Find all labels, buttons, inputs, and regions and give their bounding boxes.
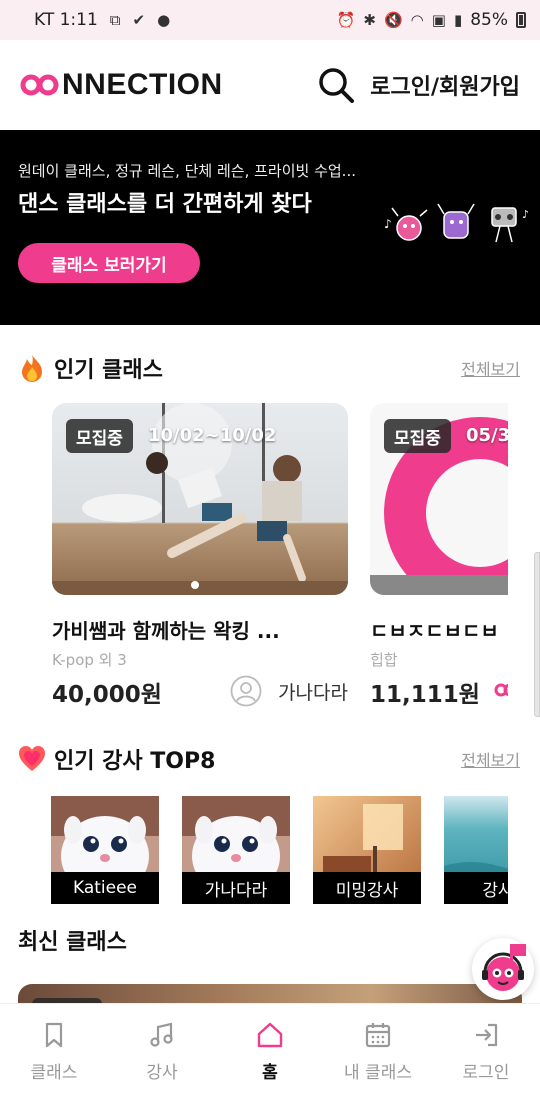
svg-text:♪: ♪	[522, 208, 529, 221]
teacher-tile[interactable]: 강사	[444, 796, 508, 904]
check-icon: ✔	[132, 11, 146, 29]
class-card[interactable]: 모집중 10/02~10/02 가비쌤과 함께하는 왁킹 ... K-pop 외…	[52, 403, 348, 713]
bluetooth-icon: ✱	[363, 11, 376, 29]
class-genre: 힙합	[370, 651, 398, 669]
screenshot-icon: ⧉	[109, 11, 121, 29]
class-price: 40,000원	[52, 682, 162, 708]
section-title: 인기 강사 TOP8	[54, 749, 216, 774]
teacher-name: 강사	[444, 872, 508, 904]
nav-my-classes[interactable]: 내 클래스	[324, 1004, 432, 1098]
class-card[interactable]: 모집중 05/3 ㄷㅂㅈㄷㅂㄷㅂ 힙합 11,111원	[370, 403, 508, 713]
view-all-link[interactable]: 전체보기	[461, 356, 520, 380]
banner-title: 댄스 클래스를 더 간편하게 찾다	[18, 192, 312, 217]
teacher-tile[interactable]: Katieee	[51, 796, 159, 904]
logo-mark-icon	[20, 74, 59, 96]
heart-icon	[19, 746, 45, 771]
teacher-name: 가나다라	[182, 872, 290, 904]
teacher-tile[interactable]: 가나다라	[182, 796, 290, 904]
recruiting-badge: 모집중	[384, 419, 451, 453]
banner-subtitle: 원데이 클래스, 정규 레슨, 단체 레슨, 프라이빗 수업...	[18, 162, 356, 180]
class-teacher: 가나다라	[230, 675, 348, 707]
nav-teachers[interactable]: 강사	[108, 1004, 216, 1098]
section-title: 인기 클래스	[54, 358, 163, 383]
dot-icon: ●	[157, 11, 171, 29]
hd-icon: ▣	[431, 11, 446, 29]
logo[interactable]: NNECTION	[20, 68, 223, 102]
battery-icon	[516, 12, 526, 28]
class-title: ㄷㅂㅈㄷㅂㄷㅂ	[370, 619, 499, 643]
login-signup-link[interactable]: 로그인/회원가입	[370, 69, 520, 101]
bookmark-icon	[45, 1022, 63, 1048]
nav-label: 강사	[146, 1063, 178, 1083]
status-time: KT 1:11	[34, 10, 98, 30]
signal-icon: ▮	[453, 11, 463, 29]
nav-label: 내 클래스	[344, 1063, 412, 1083]
wifi-icon: ◠	[410, 11, 424, 29]
class-dates: 10/02~10/02	[148, 425, 277, 446]
nav-label: 홈	[262, 1063, 278, 1083]
scrollbar-handle[interactable]	[534, 552, 540, 717]
fire-icon	[22, 355, 42, 382]
promo-banner[interactable]: 원데이 클래스, 정규 레슨, 단체 레슨, 프라이빗 수업... 댄스 클래스…	[0, 130, 540, 325]
browse-classes-button[interactable]: 클래스 보러가기	[18, 243, 200, 283]
app-header: NNECTION 로그인/회원가입	[0, 40, 540, 130]
class-genre: K-pop 외 3	[52, 651, 127, 669]
view-all-link[interactable]: 전체보기	[461, 747, 520, 771]
login-icon	[476, 1023, 498, 1047]
logo-mark-icon	[494, 683, 508, 697]
home-icon	[257, 1022, 283, 1048]
popular-teachers-header: 인기 강사 TOP8 전체보기	[18, 741, 520, 777]
chatbot-mascot-icon	[482, 944, 526, 991]
avatar-icon	[230, 675, 262, 707]
teacher-tile[interactable]: 미밍강사	[313, 796, 421, 904]
alarm-icon: ⏰	[336, 11, 356, 29]
latest-classes-header: 최신 클래스	[18, 922, 520, 958]
nav-home[interactable]: 홈	[216, 1004, 324, 1098]
class-price: 11,111원	[370, 682, 480, 708]
class-thumbnail: 모집중 05/3	[370, 403, 508, 595]
section-title: 최신 클래스	[18, 930, 127, 955]
mute-icon: 🔇	[383, 11, 403, 29]
music-note-icon	[150, 1022, 173, 1047]
popular-classes-header: 인기 클래스 전체보기	[18, 350, 520, 386]
nav-login[interactable]: 로그인	[432, 1004, 540, 1098]
nav-classes[interactable]: 클래스	[0, 1004, 108, 1098]
class-dates: 05/3	[466, 425, 508, 446]
popular-teachers-carousel[interactable]: Katieee 가나다라 미밍강사 강사	[51, 796, 508, 904]
recruiting-badge: 모집중	[66, 419, 133, 453]
search-icon[interactable]	[316, 65, 356, 105]
battery-percent: 85%	[470, 10, 508, 30]
teacher-name: Katieee	[51, 872, 159, 904]
chatbot-button[interactable]	[472, 938, 534, 1000]
calendar-icon	[365, 1023, 391, 1048]
teacher-name: 미밍강사	[313, 872, 421, 904]
class-thumbnail: 모집중 10/02~10/02	[52, 403, 348, 595]
nav-label: 로그인	[462, 1063, 510, 1083]
class-title: 가비쌤과 함께하는 왁킹 ...	[52, 619, 280, 643]
teacher-name: 가나다라	[278, 681, 348, 704]
dancing-characters-illustration: ♪ ♪	[384, 203, 529, 243]
carousel-indicator	[191, 581, 199, 589]
status-bar: KT 1:11 ⧉ ✔ ● ⏰ ✱ 🔇 ◠ ▣ ▮ 85%	[0, 0, 540, 40]
popular-classes-carousel[interactable]: 모집중 10/02~10/02 가비쌤과 함께하는 왁킹 ... K-pop 외…	[52, 403, 508, 713]
logo-text: NNECTION	[62, 68, 223, 101]
bottom-nav: 클래스 강사 홈 내 클래스 로그인	[0, 1003, 540, 1098]
nav-label: 클래스	[30, 1063, 78, 1083]
svg-text:♪: ♪	[384, 217, 392, 231]
